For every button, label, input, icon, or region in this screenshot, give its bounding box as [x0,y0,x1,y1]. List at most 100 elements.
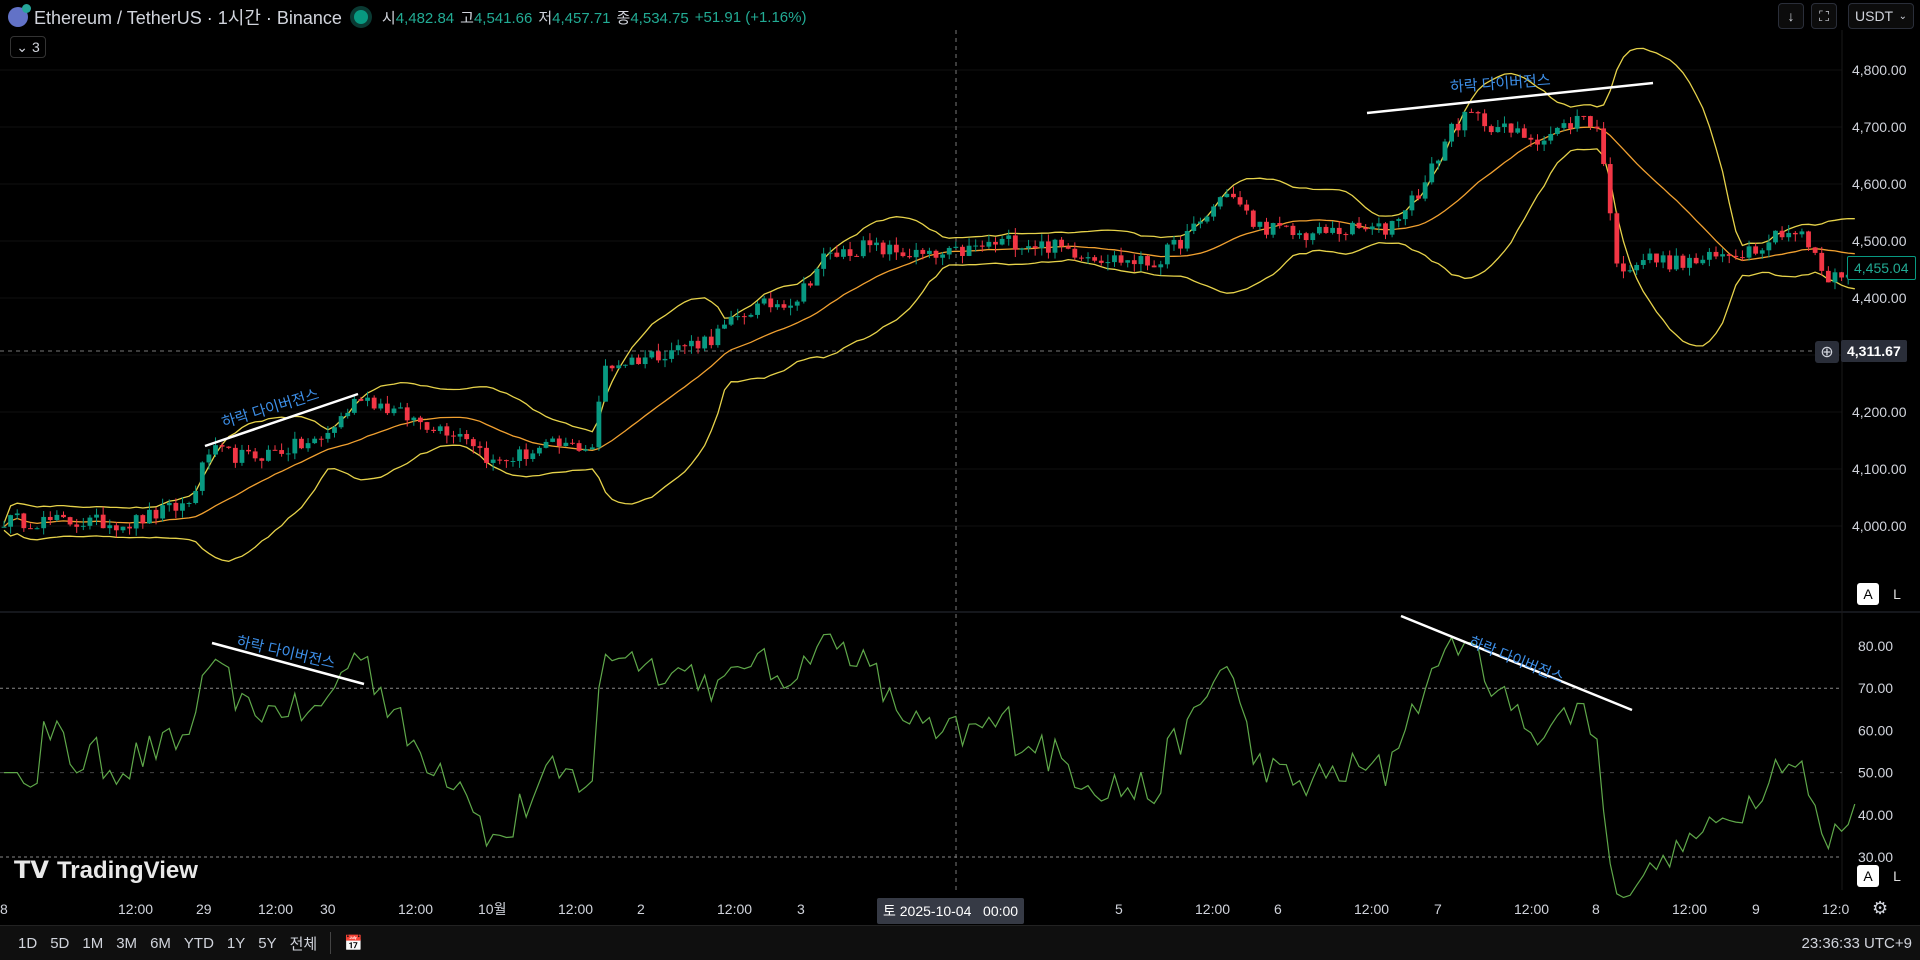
tradingview-watermark[interactable]: 𝗧𝗩 TradingView [14,856,198,885]
candle-body [431,429,437,432]
candle-body [543,441,549,448]
candle-body [576,443,582,451]
candle-body [292,438,298,454]
candle-body [477,446,483,448]
candle-body [774,304,780,308]
time-axis-label: 12:00 [717,901,752,917]
price-axis-label: 4,400.00 [1852,290,1907,306]
range-3m[interactable]: 3M [116,935,137,952]
candle-body [827,252,833,254]
candle-body [907,256,912,258]
range-5y[interactable]: 5Y [258,935,276,952]
candle-body [1244,204,1250,211]
candle-body [735,316,741,318]
candle-body [1389,220,1395,235]
candle-body [61,514,66,518]
candle-body [484,447,489,463]
auto-scale-button[interactable]: A [1857,583,1879,605]
calendar-goto-icon[interactable]: 📅 [344,934,363,952]
candle-body [67,517,73,525]
candle-body [603,365,608,402]
candle-body [305,443,311,449]
rsi-line [4,633,1856,899]
candle-body [1059,239,1064,247]
candle-body [1574,115,1580,129]
range-1y[interactable]: 1Y [227,935,245,952]
candle-body [880,242,886,255]
price-axis-label: 4,100.00 [1852,461,1907,477]
candle-body [1409,195,1415,211]
candle-body [1105,262,1111,264]
log-scale-button[interactable]: L [1886,583,1908,605]
range-1m[interactable]: 1M [82,935,103,952]
candle-body [854,255,860,257]
candle-body [1462,111,1468,131]
range-all[interactable]: 전체 [290,933,318,954]
candle-body [444,426,450,436]
candle-body [1733,255,1739,258]
candle-body [1766,242,1772,251]
candle-body [1667,255,1673,270]
candle-body [160,505,166,519]
candle-body [900,252,906,257]
rsi-auto-scale-button[interactable]: A [1857,865,1879,887]
candle-body [411,417,417,421]
candle-body [437,426,443,432]
candle-body [761,298,767,304]
price-axis-label: 4,600.00 [1852,176,1907,192]
candle-body [345,412,351,417]
candle-body [80,525,86,527]
rsi-log-scale-button[interactable]: L [1886,865,1908,887]
settings-gear-icon[interactable]: ⚙ [1872,898,1888,919]
candle-body [1026,246,1031,249]
range-5d[interactable]: 5D [50,935,69,952]
candle-body [1125,260,1131,263]
candle-body [1779,230,1785,238]
add-alert-plus-icon[interactable]: ⊕ [1815,341,1839,363]
candle-body [1660,255,1666,263]
candle-body [1528,137,1534,140]
candle-body [1178,239,1183,249]
price-axis-label: 4,500.00 [1852,233,1907,249]
candle-body [841,249,846,257]
range-1d[interactable]: 1D [18,935,37,952]
candle-body [589,447,595,450]
rsi-axis-label: 70.00 [1858,680,1893,696]
candle-body [1052,239,1058,253]
candle-body [788,305,793,308]
candle-body [1006,235,1012,239]
candle-body [1032,246,1038,249]
candle-body [166,502,172,506]
candle-body [1112,255,1117,263]
candle-body [550,438,556,442]
chart-canvas[interactable]: 4,800.00 4,700.00 4,600.00 4,500.00 4,400.00… [0,0,1920,960]
candle-body [1548,133,1554,141]
candle-body [979,245,985,247]
candle-body [933,250,939,258]
divider [330,932,332,954]
price-axis-label: 4,700.00 [1852,119,1907,135]
candle-body [147,509,152,524]
candle-body [1138,256,1144,265]
candle-body [404,407,410,421]
candle-body [259,458,265,461]
time-axis-label: 9 [1752,901,1760,917]
bottom-toolbar: 1D 5D 1M 3M 6M YTD 1Y 5Y 전체 📅 23:36:33 U… [0,925,1920,960]
candle-body [378,403,384,409]
candle-body [847,249,853,256]
candle-body [1164,244,1170,265]
candle-body [814,268,820,286]
candle-body [1634,264,1640,271]
candle-body [1786,232,1792,238]
candle-body [999,238,1005,245]
candle-body [1343,234,1349,236]
time-axis-label: 5 [1115,901,1123,917]
candle-body [1416,195,1421,199]
time-axis-label: 12:00 [258,901,293,917]
candle-body [821,253,827,269]
range-6m[interactable]: 6M [150,935,171,952]
candle-body [1131,260,1137,265]
candle-body [113,525,119,531]
range-ytd[interactable]: YTD [184,935,214,952]
candle-body [206,454,212,463]
